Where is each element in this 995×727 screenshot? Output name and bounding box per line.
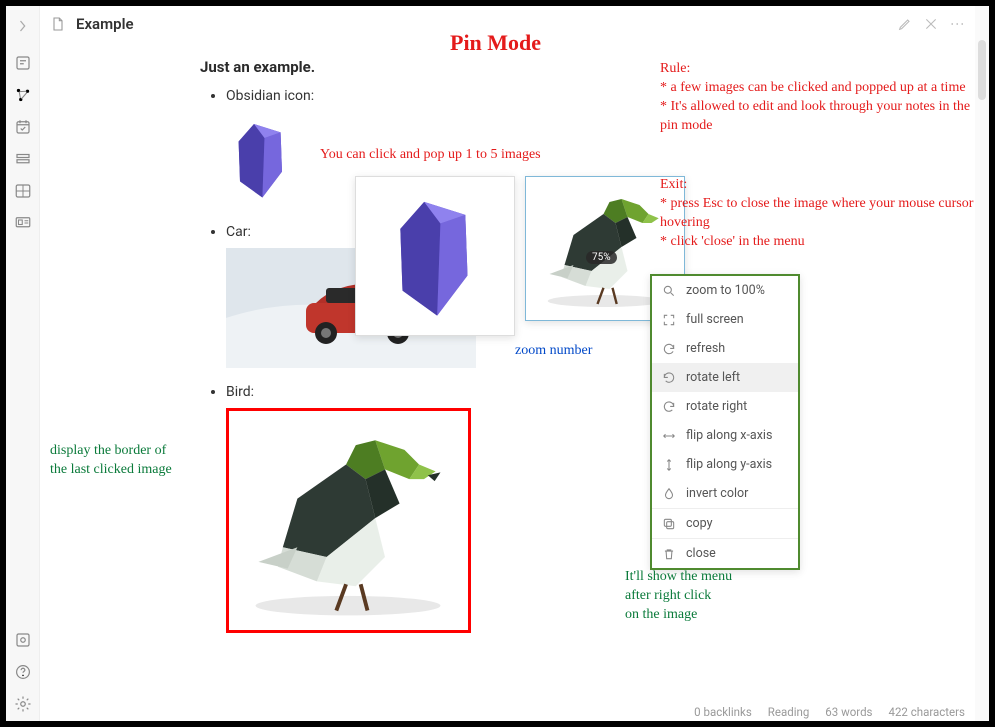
menu-label: copy — [686, 516, 713, 531]
annotation-rule-heading: Rule: — [660, 61, 690, 76]
status-chars: 422 characters — [889, 705, 966, 719]
help-icon[interactable] — [14, 663, 32, 681]
annotation-rule: Rule: * a few images can be clicked and … — [660, 60, 990, 136]
annotation-text: display the border of — [50, 442, 172, 461]
rotate-right-icon — [662, 400, 676, 414]
editor-pane: Example ⋮ Just an example. Obsidian icon… — [40, 6, 975, 721]
menu-copy[interactable]: copy — [652, 508, 798, 538]
menu-flip-y[interactable]: flip along y-axis — [652, 450, 798, 479]
list-item-label: Bird: — [226, 384, 254, 400]
arrows-horizontal-icon — [662, 429, 676, 443]
menu-label: full screen — [686, 312, 744, 327]
more-options-icon[interactable]: ⋮ — [949, 17, 965, 32]
scrollbar-thumb[interactable] — [978, 40, 986, 100]
menu-refresh[interactable]: refresh — [652, 334, 798, 363]
file-icon — [50, 16, 66, 32]
slides-icon[interactable] — [14, 214, 32, 232]
arrows-vertical-icon — [662, 458, 676, 472]
annotation-border: display the border of the last clicked i… — [50, 442, 172, 480]
annotation-text: It's allowed to edit and look through yo… — [660, 99, 970, 133]
image-popup-obsidian[interactable] — [355, 176, 515, 336]
list-item-label: Car: — [226, 224, 251, 240]
annotation-exit: Exit: * press Esc to close the image whe… — [660, 176, 990, 252]
list-item: Bird: — [226, 384, 959, 633]
status-backlinks[interactable]: 0 backlinks — [694, 705, 752, 719]
menu-label: rotate right — [686, 399, 747, 414]
daily-note-icon[interactable] — [14, 118, 32, 136]
refresh-icon — [662, 342, 676, 356]
menu-label: zoom to 100% — [686, 283, 765, 298]
graph-view-icon[interactable] — [14, 86, 32, 104]
close-icon[interactable] — [923, 16, 939, 32]
image-context-menu: zoom to 100% full screen refresh rotate … — [650, 274, 800, 570]
menu-label: invert color — [686, 486, 748, 501]
annotation-text: the last clicked image — [50, 461, 172, 480]
copy-icon — [662, 517, 676, 531]
vault-icon[interactable] — [14, 631, 32, 649]
status-mode[interactable]: Reading — [768, 705, 810, 719]
note-content: Just an example. Obsidian icon: Car: — [40, 42, 975, 721]
annotation-title: Pin Mode — [450, 28, 541, 58]
menu-label: flip along y-axis — [686, 457, 772, 472]
menu-flip-x[interactable]: flip along x-axis — [652, 421, 798, 450]
quick-switcher-icon[interactable] — [14, 54, 32, 72]
menu-fullscreen[interactable]: full screen — [652, 305, 798, 334]
command-palette-icon[interactable] — [14, 182, 32, 200]
annotation-text: click 'close' in the menu — [671, 234, 805, 249]
menu-close[interactable]: close — [652, 538, 798, 568]
menu-zoom-100[interactable]: zoom to 100% — [652, 276, 798, 305]
annotation-text: press Esc to close the image where your … — [660, 196, 986, 230]
menu-label: rotate left — [686, 370, 740, 385]
app-frame: Example ⋮ Just an example. Obsidian icon… — [6, 6, 989, 721]
list-item-label: Obsidian icon: — [226, 88, 314, 104]
note-title: Example — [76, 15, 134, 33]
annotation-text: It'll show the menu — [625, 568, 732, 587]
sidebar-expand-toggle[interactable] — [17, 12, 29, 40]
menu-label: flip along x-axis — [686, 428, 772, 443]
rotate-left-icon — [662, 371, 676, 385]
scrollbar[interactable] — [975, 6, 989, 721]
obsidian-thumb-image[interactable] — [226, 114, 296, 204]
menu-rotate-right[interactable]: rotate right — [652, 392, 798, 421]
loupe-icon — [662, 284, 676, 298]
trash-icon — [662, 547, 676, 561]
annotation-menu-tip: It'll show the menu after right click on… — [625, 568, 732, 625]
annotation-text: a few images can be clicked and popped u… — [671, 80, 966, 95]
annotation-text: after right click — [625, 587, 732, 606]
menu-invert[interactable]: invert color — [652, 479, 798, 508]
templates-icon[interactable] — [14, 150, 32, 168]
settings-icon[interactable] — [14, 695, 32, 713]
fullscreen-icon — [662, 313, 676, 327]
status-bar: 0 backlinks Reading 63 words 422 charact… — [694, 705, 965, 719]
menu-label: close — [686, 546, 716, 561]
menu-rotate-left[interactable]: rotate left — [652, 363, 798, 392]
drop-icon — [662, 487, 676, 501]
left-ribbon — [6, 6, 40, 721]
zoom-badge: 75% — [586, 251, 617, 264]
annotation-text: on the image — [625, 606, 732, 625]
edit-icon[interactable] — [897, 16, 913, 32]
annotation-zoom: zoom number — [515, 342, 592, 361]
annotation-exit-heading: Exit: — [660, 177, 687, 192]
bird-thumb-image[interactable] — [226, 408, 471, 633]
annotation-click-tip: You can click and pop up 1 to 5 images — [320, 146, 541, 165]
status-words: 63 words — [825, 705, 872, 719]
menu-label: refresh — [686, 341, 725, 356]
